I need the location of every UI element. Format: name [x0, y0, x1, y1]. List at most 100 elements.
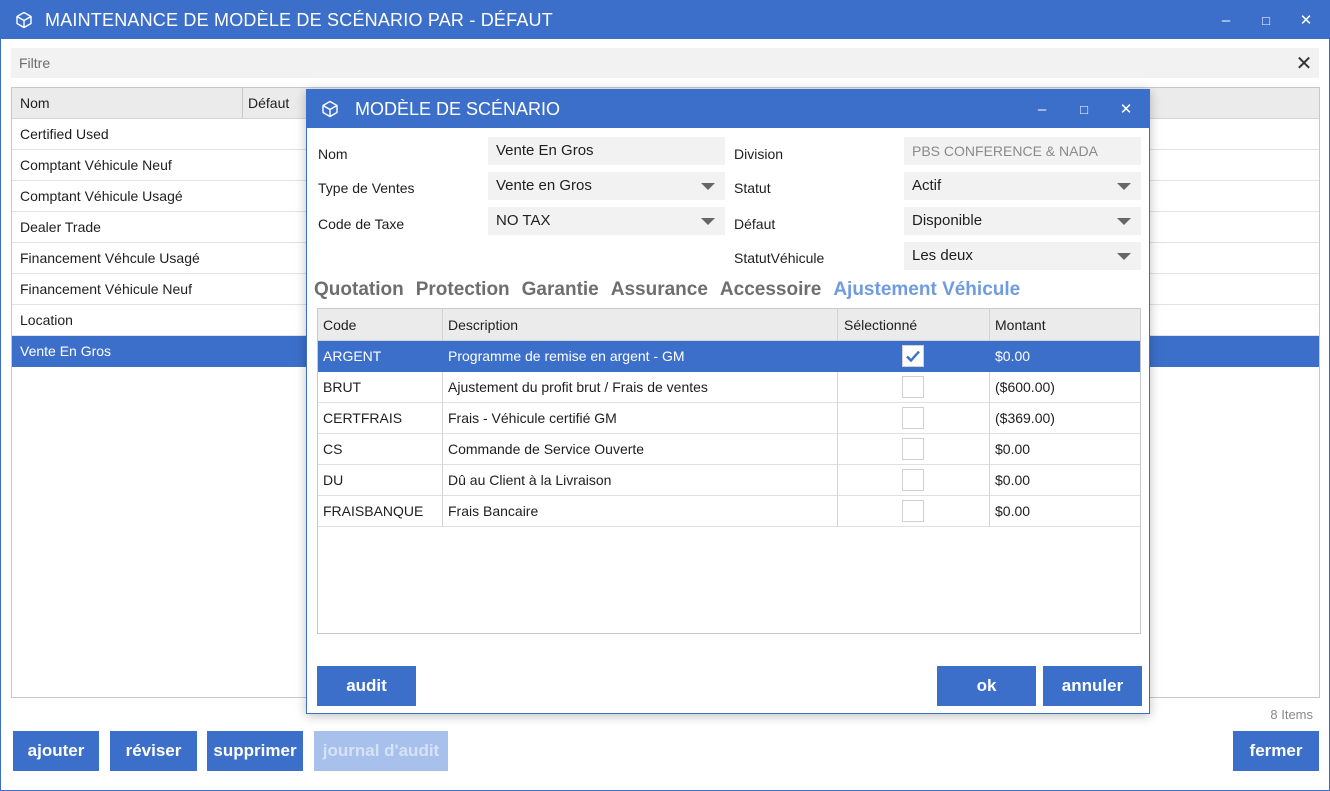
column-header-defaut[interactable]: Défaut [248, 95, 289, 111]
cell-amount: $0.00 [995, 472, 1031, 488]
column-divider [442, 496, 443, 527]
cell-code: BRUT [323, 379, 362, 395]
adjustment-grid: Code Description Sélectionné Montant ARG… [317, 308, 1141, 634]
cell-amount: $0.00 [995, 348, 1031, 364]
checkmark-icon [906, 350, 920, 363]
cell-description: Commande de Service Ouverte [448, 441, 645, 457]
type-ventes-value: Vente en Gros [496, 177, 592, 194]
statut-select[interactable]: Actif [904, 172, 1141, 200]
column-divider [837, 465, 838, 496]
defaut-select[interactable]: Disponible [904, 207, 1141, 235]
window-title: MAINTENANCE DE MODÈLE DE SCÉNARIO PAR - … [45, 10, 553, 30]
list-item-label: Comptant Véhicule Usagé [20, 188, 183, 204]
column-divider [242, 88, 243, 118]
clear-filter-icon[interactable]: ✕ [1291, 50, 1317, 76]
dialog-close-button[interactable]: ✕ [1107, 90, 1145, 128]
cell-code: FRAISBANQUE [323, 503, 424, 519]
cell-description: Ajustement du profit brut / Frais de ven… [448, 379, 708, 395]
tab-bar: Quotation Protection Garantie Assurance Acce… [314, 279, 1032, 305]
table-row[interactable]: DU Dû au Client à la Livraison $0.00 [318, 465, 1140, 496]
tab-quotation[interactable]: Quotation [314, 279, 404, 301]
type-ventes-label: Type de Ventes [318, 180, 415, 196]
cell-amount: $0.00 [995, 441, 1031, 457]
code-taxe-select[interactable]: NO TAX [488, 207, 725, 235]
column-header-nom[interactable]: Nom [20, 95, 50, 111]
cell-code: DU [323, 472, 344, 488]
ok-button[interactable]: ok [937, 666, 1036, 706]
table-row[interactable]: CS Commande de Service Ouverte $0.00 [318, 434, 1140, 465]
caret-down-icon [701, 218, 715, 225]
main-titlebar: MAINTENANCE DE MODÈLE DE SCÉNARIO PAR - … [1, 1, 1329, 39]
column-divider [989, 496, 990, 527]
cancel-button[interactable]: annuler [1043, 666, 1142, 706]
tab-garantie[interactable]: Garantie [522, 279, 599, 301]
code-taxe-value: NO TAX [496, 212, 551, 229]
cell-description: Frais Bancaire [448, 503, 539, 519]
list-item-label: Financement Véhcule Usagé [20, 250, 200, 266]
list-item-label: Dealer Trade [20, 219, 101, 235]
column-divider [442, 434, 443, 465]
close-button[interactable]: ✕ [1287, 1, 1325, 39]
maximize-button[interactable]: □ [1247, 1, 1285, 39]
cell-code: CERTFRAIS [323, 410, 403, 426]
filter-input[interactable]: Filtre [19, 55, 50, 71]
tab-accessoire[interactable]: Accessoire [720, 279, 821, 301]
audit-log-button: journal d'audit [314, 731, 448, 771]
column-divider [837, 434, 838, 465]
table-row[interactable]: FRAISBANQUE Frais Bancaire $0.00 [318, 496, 1140, 527]
cell-amount: ($369.00) [995, 410, 1055, 426]
selected-checkbox[interactable] [902, 500, 924, 522]
table-row[interactable]: ARGENT Programme de remise en argent - GM… [318, 341, 1140, 372]
column-divider [442, 403, 443, 434]
column-divider [989, 372, 990, 403]
item-count: 8 Items [1270, 707, 1313, 722]
audit-button[interactable]: audit [317, 666, 416, 706]
column-header-description[interactable]: Description [448, 317, 518, 333]
table-row[interactable]: BRUT Ajustement du profit brut / Frais de… [318, 372, 1140, 403]
caret-down-icon [1117, 253, 1131, 260]
table-row[interactable]: CERTFRAIS Frais - Véhicule certifié GM ($3… [318, 403, 1140, 434]
add-button[interactable]: ajouter [13, 731, 99, 771]
column-header-selected[interactable]: Sélectionné [844, 317, 917, 333]
tab-ajustement-vehicule[interactable]: Ajustement Véhicule [833, 279, 1020, 301]
selected-checkbox[interactable] [902, 469, 924, 491]
nom-input[interactable]: Vente En Gros [488, 137, 725, 165]
cell-code: ARGENT [323, 348, 382, 364]
column-header-code[interactable]: Code [323, 317, 356, 333]
cell-amount: $0.00 [995, 503, 1031, 519]
column-divider [442, 309, 443, 340]
cube-icon [16, 11, 32, 29]
scenario-model-dialog: MODÈLE DE SCÉNARIO – □ ✕ Nom Vente En Gr… [306, 89, 1150, 714]
delete-button[interactable]: supprimer [207, 731, 303, 771]
dialog-maximize-button[interactable]: □ [1065, 90, 1103, 128]
revise-button[interactable]: réviser [110, 731, 197, 771]
caret-down-icon [1117, 218, 1131, 225]
column-divider [989, 434, 990, 465]
division-label: Division [734, 146, 784, 162]
selected-checkbox[interactable] [902, 407, 924, 429]
list-item-label: Comptant Véhicule Neuf [20, 157, 172, 173]
dialog-title: MODÈLE DE SCÉNARIO [355, 99, 561, 119]
selected-checkbox[interactable] [902, 438, 924, 460]
division-field: PBS CONFERENCE & NADA [904, 137, 1141, 165]
list-item-label: Financement Véhicule Neuf [20, 281, 192, 297]
tab-assurance[interactable]: Assurance [611, 279, 708, 301]
column-divider [989, 465, 990, 496]
selected-checkbox[interactable] [902, 345, 924, 367]
column-divider [837, 403, 838, 434]
filter-bar[interactable]: Filtre ✕ [11, 48, 1319, 78]
selected-checkbox[interactable] [902, 376, 924, 398]
grid-header: Code Description Sélectionné Montant [318, 309, 1140, 341]
minimize-button[interactable]: – [1207, 1, 1245, 39]
column-header-amount[interactable]: Montant [995, 317, 1046, 333]
caret-down-icon [1117, 183, 1131, 190]
type-ventes-select[interactable]: Vente en Gros [488, 172, 725, 200]
statut-vehicule-select[interactable]: Les deux [904, 242, 1141, 270]
dialog-minimize-button[interactable]: – [1023, 90, 1061, 128]
close-window-button[interactable]: fermer [1233, 731, 1319, 771]
defaut-label: Défaut [734, 216, 776, 232]
column-divider [837, 496, 838, 527]
cell-description: Dû au Client à la Livraison [448, 472, 612, 488]
caret-down-icon [701, 183, 715, 190]
tab-protection[interactable]: Protection [416, 279, 510, 301]
